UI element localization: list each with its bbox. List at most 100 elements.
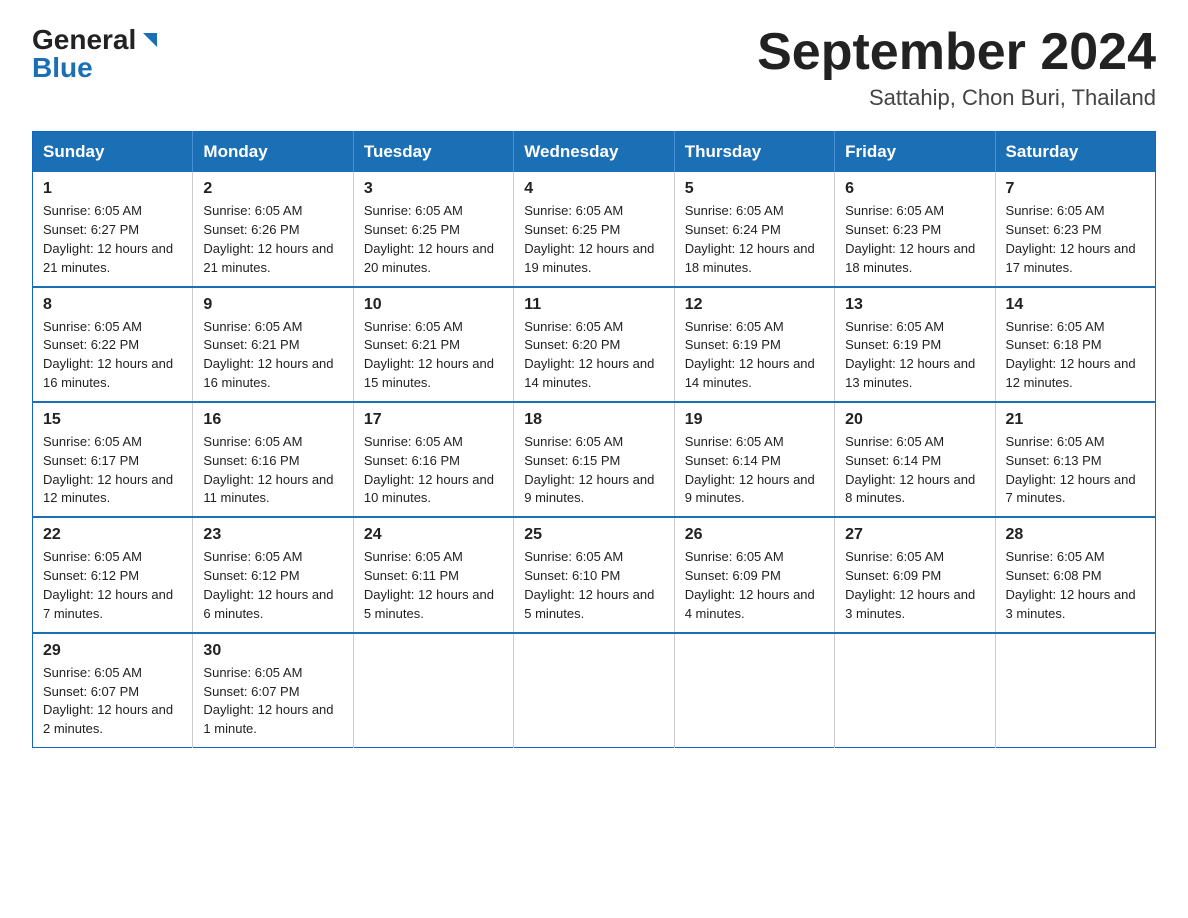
sunset: Sunset: 6:15 PM (524, 453, 620, 468)
daylight: Daylight: 12 hours and 5 minutes. (524, 587, 654, 621)
day-cell: 29Sunrise: 6:05 AMSunset: 6:07 PMDayligh… (33, 633, 193, 748)
title-block: September 2024 Sattahip, Chon Buri, Thai… (757, 24, 1156, 111)
daylight: Daylight: 12 hours and 20 minutes. (364, 241, 494, 275)
daylight: Daylight: 12 hours and 3 minutes. (1006, 587, 1136, 621)
sunset: Sunset: 6:22 PM (43, 337, 139, 352)
daylight: Daylight: 12 hours and 1 minute. (203, 702, 333, 736)
sunrise: Sunrise: 6:05 AM (1006, 434, 1105, 449)
sunrise: Sunrise: 6:05 AM (43, 549, 142, 564)
day-number: 18 (524, 411, 663, 429)
day-number: 29 (43, 642, 182, 660)
daylight: Daylight: 12 hours and 7 minutes. (43, 587, 173, 621)
logo-arrow-icon (139, 29, 161, 56)
sunrise: Sunrise: 6:05 AM (1006, 203, 1105, 218)
sunrise: Sunrise: 6:05 AM (685, 319, 784, 334)
sunrise: Sunrise: 6:05 AM (685, 434, 784, 449)
day-cell: 28Sunrise: 6:05 AMSunset: 6:08 PMDayligh… (995, 517, 1155, 632)
calendar-header: SundayMondayTuesdayWednesdayThursdayFrid… (33, 132, 1156, 173)
sunrise: Sunrise: 6:05 AM (364, 319, 463, 334)
day-cell: 15Sunrise: 6:05 AMSunset: 6:17 PMDayligh… (33, 402, 193, 517)
day-number: 9 (203, 296, 342, 314)
sunset: Sunset: 6:23 PM (845, 222, 941, 237)
day-cell: 2 Sunrise: 6:05 AMSunset: 6:26 PMDaylight… (193, 172, 353, 286)
day-cell: 8Sunrise: 6:05 AMSunset: 6:22 PMDaylight… (33, 287, 193, 402)
sunrise: Sunrise: 6:05 AM (43, 434, 142, 449)
sunset: Sunset: 6:25 PM (364, 222, 460, 237)
sunrise: Sunrise: 6:05 AM (203, 665, 302, 680)
calendar-table: SundayMondayTuesdayWednesdayThursdayFrid… (32, 131, 1156, 748)
sunset: Sunset: 6:07 PM (203, 684, 299, 699)
day-number: 2 (203, 180, 342, 198)
day-number: 24 (364, 526, 503, 544)
daylight: Daylight: 12 hours and 21 minutes. (43, 241, 173, 275)
day-number: 20 (845, 411, 984, 429)
daylight: Daylight: 12 hours and 16 minutes. (203, 356, 333, 390)
day-number: 4 (524, 180, 663, 198)
sunset: Sunset: 6:20 PM (524, 337, 620, 352)
day-info: Sunrise: 6:05 AMSunset: 6:15 PMDaylight:… (524, 433, 663, 508)
day-info: Sunrise: 6:05 AMSunset: 6:12 PMDaylight:… (203, 548, 342, 623)
calendar-title: September 2024 (757, 24, 1156, 81)
day-info: Sunrise: 6:05 AM Sunset: 6:21 PM Daylight:… (364, 318, 503, 393)
sunrise: Sunrise: 6:05 AM (524, 203, 623, 218)
daylight: Daylight: 12 hours and 18 minutes. (685, 241, 815, 275)
day-info: Sunrise: 6:05 AM Sunset: 6:07 PM Daylight:… (203, 664, 342, 739)
sunrise: Sunrise: 6:05 AM (685, 549, 784, 564)
sunrise: Sunrise: 6:05 AM (845, 549, 944, 564)
sunrise: Sunrise: 6:05 AM (364, 549, 463, 564)
sunrise: Sunrise: 6:05 AM (203, 203, 302, 218)
day-cell: 5Sunrise: 6:05 AMSunset: 6:24 PMDaylight… (674, 172, 834, 286)
day-number: 26 (685, 526, 824, 544)
week-row: 29 Sunrise: 6:05 AM Sunset: 6:07 PM Dayligh… (33, 633, 1156, 748)
sunset: Sunset: 6:21 PM (364, 337, 460, 352)
sunrise: Sunrise: 6:05 AM (364, 434, 463, 449)
daylight: Daylight: 12 hours and 10 minutes. (364, 472, 494, 506)
daylight: Daylight: 12 hours and 3 minutes. (845, 587, 975, 621)
day-number: 15 (43, 411, 182, 429)
day-cell: 3Sunrise: 6:05 AMSunset: 6:25 PMDaylight… (353, 172, 513, 286)
day-cell: 20 Sunrise: 6:05 AMSunset: 6:14 PMDayligh… (835, 402, 995, 517)
day-info: Sunrise: 6:05 AMSunset: 6:21 PMDaylight:… (203, 318, 342, 393)
day-info: Sunrise: 6:05 AMSunset: 6:13 PMDaylight:… (1006, 433, 1145, 508)
sunset: Sunset: 6:09 PM (845, 568, 941, 583)
week-row: 1Sunrise: 6:05 AMSunset: 6:27 PMDaylight… (33, 172, 1156, 286)
daylight: Daylight: 12 hours and 18 minutes. (845, 241, 975, 275)
daylight: Daylight: 12 hours and 12 minutes. (1006, 356, 1136, 390)
logo: General Blue (32, 24, 161, 84)
day-cell: 11Sunrise: 6:05 AMSunset: 6:20 PMDayligh… (514, 287, 674, 402)
day-info: Sunrise: 6:05 AMSunset: 6:19 PMDaylight:… (845, 318, 984, 393)
day-info: Sunrise: 6:05 AMSunset: 6:23 PMDaylight:… (1006, 202, 1145, 277)
day-cell: 22Sunrise: 6:05 AMSunset: 6:12 PMDayligh… (33, 517, 193, 632)
day-cell (674, 633, 834, 748)
sunrise: Sunrise: 6:05 AM (685, 203, 784, 218)
day-cell: 10 Sunrise: 6:05 AM Sunset: 6:21 PM Dayligh… (353, 287, 513, 402)
day-info: Sunrise: 6:05 AMSunset: 6:26 PMDaylight:… (203, 202, 342, 277)
day-info: Sunrise: 6:05 AMSunset: 6:09 PMDaylight:… (685, 548, 824, 623)
logo-blue: Blue (32, 52, 93, 84)
daylight: Daylight: 12 hours and 9 minutes. (685, 472, 815, 506)
day-info: Sunrise: 6:05 AMSunset: 6:14 PMDaylight:… (845, 433, 984, 508)
sunrise: Sunrise: 6:05 AM (845, 434, 944, 449)
sunset: Sunset: 6:07 PM (43, 684, 139, 699)
header-row: SundayMondayTuesdayWednesdayThursdayFrid… (33, 132, 1156, 173)
sunrise: Sunrise: 6:05 AM (43, 665, 142, 680)
week-row: 8 Sunrise: 6:05 AM Sunset: 6:22 PM Daylight… (33, 287, 1156, 402)
day-cell: 7Sunrise: 6:05 AMSunset: 6:23 PMDaylight… (995, 172, 1155, 286)
day-cell: 1Sunrise: 6:05 AMSunset: 6:27 PMDaylight… (33, 172, 193, 286)
day-cell: 27Sunrise: 6:05 AMSunset: 6:09 PMDayligh… (835, 517, 995, 632)
daylight: Daylight: 12 hours and 19 minutes. (524, 241, 654, 275)
day-number: 8 (43, 296, 182, 314)
day-cell: 16Sunrise: 6:05 AMSunset: 6:16 PMDayligh… (193, 402, 353, 517)
day-cell (835, 633, 995, 748)
page-header: General Blue September 2024 Sattahip, Ch… (32, 24, 1156, 111)
day-info: Sunrise: 6:05 AMSunset: 6:20 PMDaylight:… (524, 318, 663, 393)
day-number: 17 (364, 411, 503, 429)
daylight: Daylight: 12 hours and 8 minutes. (845, 472, 975, 506)
header-friday: Friday (835, 132, 995, 173)
daylight: Daylight: 12 hours and 15 minutes. (364, 356, 494, 390)
day-cell: 6Sunrise: 6:05 AMSunset: 6:23 PMDaylight… (835, 172, 995, 286)
daylight: Daylight: 12 hours and 13 minutes. (845, 356, 975, 390)
day-number: 10 (364, 296, 503, 314)
day-info: Sunrise: 6:05 AMSunset: 6:12 PMDaylight:… (43, 548, 182, 623)
day-cell: 18 Sunrise: 6:05 AMSunset: 6:15 PMDayligh… (514, 402, 674, 517)
